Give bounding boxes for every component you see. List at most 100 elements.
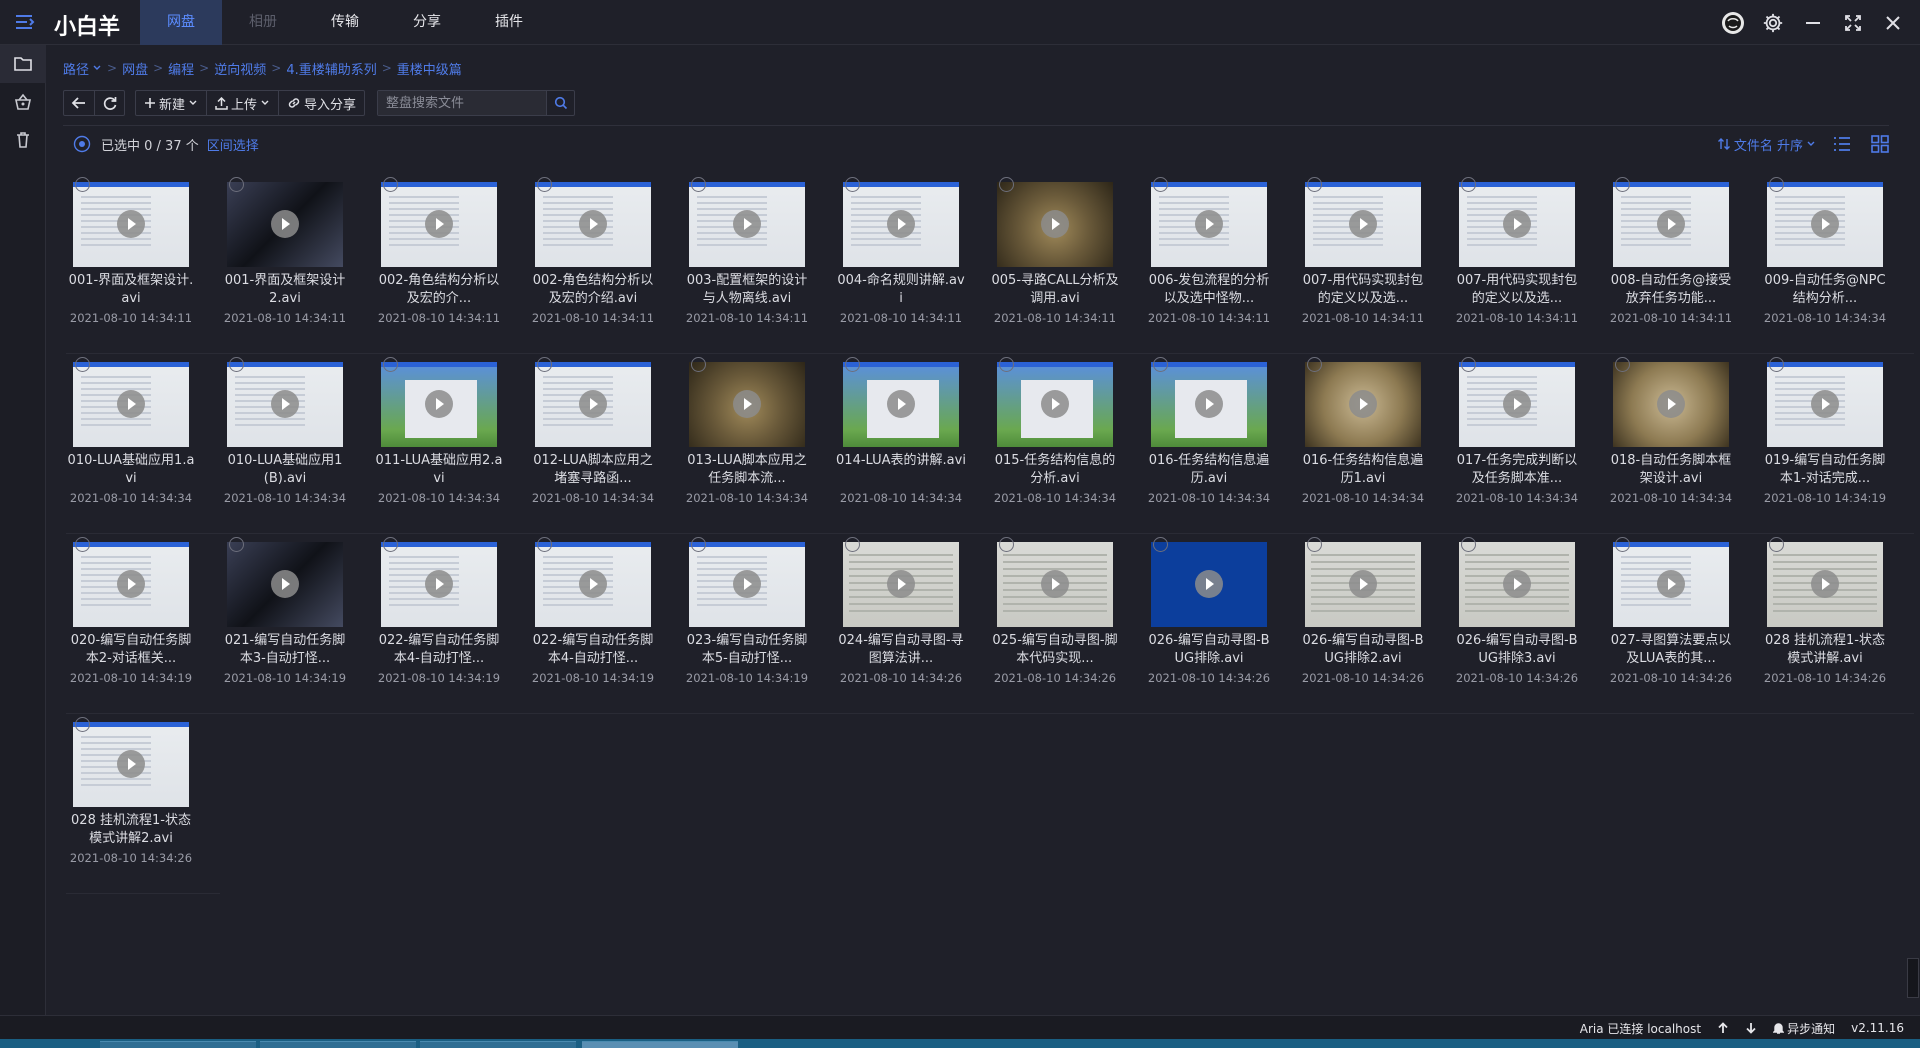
file-tile[interactable]: 003-配置框架的设计与人物离线.avi 2021-08-10 14:34:11: [682, 174, 836, 354]
file-tile[interactable]: 019-编写自动任务脚本1-对话完成... 2021-08-10 14:34:19: [1760, 354, 1914, 534]
close-icon[interactable]: [1880, 10, 1906, 36]
select-checkbox[interactable]: [999, 177, 1014, 192]
video-thumbnail[interactable]: [1305, 362, 1421, 447]
menu-toggle-icon[interactable]: [12, 10, 38, 34]
taskbar-item[interactable]: [420, 1041, 576, 1048]
async-notify-button[interactable]: 异步通知: [1773, 1020, 1835, 1037]
video-thumbnail[interactable]: [843, 182, 959, 267]
file-tile[interactable]: 021-编写自动任务脚本3-自动打怪... 2021-08-10 14:34:19: [220, 534, 374, 714]
video-thumbnail[interactable]: [1613, 182, 1729, 267]
select-checkbox[interactable]: [383, 177, 398, 192]
sidebar-item-trash[interactable]: [0, 121, 46, 159]
select-checkbox[interactable]: [845, 537, 860, 552]
tab-plugins[interactable]: 插件: [468, 0, 550, 45]
upload-queue-button[interactable]: [1717, 1022, 1729, 1034]
breadcrumb-current[interactable]: 重楼中级篇: [397, 59, 462, 78]
select-checkbox[interactable]: [75, 357, 90, 372]
file-tile[interactable]: 023-编写自动任务脚本5-自动打怪... 2021-08-10 14:34:19: [682, 534, 836, 714]
breadcrumb-programming[interactable]: 编程: [168, 59, 194, 78]
video-thumbnail[interactable]: [1459, 182, 1575, 267]
select-checkbox[interactable]: [75, 717, 90, 732]
aria-connection-status[interactable]: Aria 已连接 localhost: [1580, 1020, 1701, 1037]
file-tile[interactable]: 011-LUA基础应用2.avi 2021-08-10 14:34:34: [374, 354, 528, 534]
video-thumbnail[interactable]: [73, 182, 189, 267]
video-thumbnail[interactable]: [73, 542, 189, 627]
video-thumbnail[interactable]: [381, 542, 497, 627]
select-checkbox[interactable]: [1615, 177, 1630, 192]
video-thumbnail[interactable]: [1767, 182, 1883, 267]
upload-button[interactable]: 上传: [206, 91, 278, 115]
file-tile[interactable]: 028 挂机流程1-状态模式讲解2.avi 2021-08-10 14:34:26: [66, 714, 220, 894]
select-checkbox[interactable]: [1153, 537, 1168, 552]
taskbar-item[interactable]: [100, 1041, 256, 1048]
file-tile[interactable]: 022-编写自动任务脚本4-自动打怪... 2021-08-10 14:34:19: [528, 534, 682, 714]
select-checkbox[interactable]: [1153, 177, 1168, 192]
select-checkbox[interactable]: [1615, 537, 1630, 552]
video-thumbnail[interactable]: [227, 542, 343, 627]
file-tile[interactable]: 028 挂机流程1-状态模式讲解.avi 2021-08-10 14:34:26: [1760, 534, 1914, 714]
select-checkbox[interactable]: [1153, 357, 1168, 372]
video-thumbnail[interactable]: [997, 182, 1113, 267]
select-all-radio-icon[interactable]: [73, 135, 91, 153]
video-thumbnail[interactable]: [1151, 182, 1267, 267]
tab-album[interactable]: 相册: [222, 0, 304, 45]
file-tile[interactable]: 006-发包流程的分析以及选中怪物... 2021-08-10 14:34:11: [1144, 174, 1298, 354]
sidebar-item-favorites[interactable]: [0, 83, 46, 121]
file-tile[interactable]: 016-任务结构信息遍历1.avi 2021-08-10 14:34:34: [1298, 354, 1452, 534]
list-view-button[interactable]: [1830, 132, 1854, 156]
video-thumbnail[interactable]: [227, 182, 343, 267]
select-checkbox[interactable]: [691, 177, 706, 192]
video-thumbnail[interactable]: [1305, 542, 1421, 627]
video-thumbnail[interactable]: [1613, 362, 1729, 447]
select-checkbox[interactable]: [229, 537, 244, 552]
video-thumbnail[interactable]: [1767, 542, 1883, 627]
video-thumbnail[interactable]: [689, 542, 805, 627]
video-thumbnail[interactable]: [535, 362, 651, 447]
select-checkbox[interactable]: [1769, 177, 1784, 192]
select-checkbox[interactable]: [1307, 177, 1322, 192]
select-checkbox[interactable]: [999, 537, 1014, 552]
file-tile[interactable]: 025-编写自动寻图-脚本代码实现... 2021-08-10 14:34:26: [990, 534, 1144, 714]
file-tile[interactable]: 010-LUA基础应用1(B).avi 2021-08-10 14:34:34: [220, 354, 374, 534]
file-tile[interactable]: 002-角色结构分析以及宏的介... 2021-08-10 14:34:11: [374, 174, 528, 354]
select-checkbox[interactable]: [845, 177, 860, 192]
breadcrumb-reverse-video[interactable]: 逆向视频: [214, 59, 266, 78]
sort-button[interactable]: 文件名 升序: [1717, 135, 1816, 154]
video-thumbnail[interactable]: [689, 362, 805, 447]
file-tile[interactable]: 026-编写自动寻图-BUG排除2.avi 2021-08-10 14:34:26: [1298, 534, 1452, 714]
video-thumbnail[interactable]: [535, 542, 651, 627]
file-tile[interactable]: 007-用代码实现封包的定义以及选... 2021-08-10 14:34:11: [1452, 174, 1606, 354]
file-tile[interactable]: 014-LUA表的讲解.avi 2021-08-10 14:34:34: [836, 354, 990, 534]
video-thumbnail[interactable]: [73, 722, 189, 807]
select-checkbox[interactable]: [1461, 537, 1476, 552]
file-tile[interactable]: 022-编写自动任务脚本4-自动打怪... 2021-08-10 14:34:19: [374, 534, 528, 714]
video-thumbnail[interactable]: [843, 362, 959, 447]
video-thumbnail[interactable]: [227, 362, 343, 447]
video-thumbnail[interactable]: [843, 542, 959, 627]
video-thumbnail[interactable]: [381, 182, 497, 267]
select-checkbox[interactable]: [383, 357, 398, 372]
taskbar-item[interactable]: [260, 1041, 416, 1048]
range-select-link[interactable]: 区间选择: [207, 135, 259, 154]
video-thumbnail[interactable]: [535, 182, 651, 267]
video-thumbnail[interactable]: [1459, 362, 1575, 447]
scrollbar-handle[interactable]: [1907, 958, 1919, 998]
file-tile[interactable]: 005-寻路CALL分析及调用.avi 2021-08-10 14:34:11: [990, 174, 1144, 354]
select-checkbox[interactable]: [999, 357, 1014, 372]
select-checkbox[interactable]: [1307, 537, 1322, 552]
file-tile[interactable]: 013-LUA脚本应用之任务脚本流... 2021-08-10 14:34:34: [682, 354, 836, 534]
file-tile[interactable]: 002-角色结构分析以及宏的介绍.avi 2021-08-10 14:34:11: [528, 174, 682, 354]
file-tile[interactable]: 010-LUA基础应用1.avi 2021-08-10 14:34:34: [66, 354, 220, 534]
select-checkbox[interactable]: [75, 537, 90, 552]
breadcrumb-series[interactable]: 4.重楼辅助系列: [286, 59, 376, 78]
new-button[interactable]: 新建: [136, 91, 206, 115]
video-thumbnail[interactable]: [997, 542, 1113, 627]
select-checkbox[interactable]: [229, 357, 244, 372]
select-checkbox[interactable]: [1307, 357, 1322, 372]
select-checkbox[interactable]: [1461, 177, 1476, 192]
video-thumbnail[interactable]: [73, 362, 189, 447]
search-input[interactable]: [378, 91, 547, 115]
breadcrumb-path[interactable]: 路径: [63, 59, 89, 78]
video-thumbnail[interactable]: [1459, 542, 1575, 627]
file-tile[interactable]: 012-LUA脚本应用之堵塞寻路函... 2021-08-10 14:34:34: [528, 354, 682, 534]
